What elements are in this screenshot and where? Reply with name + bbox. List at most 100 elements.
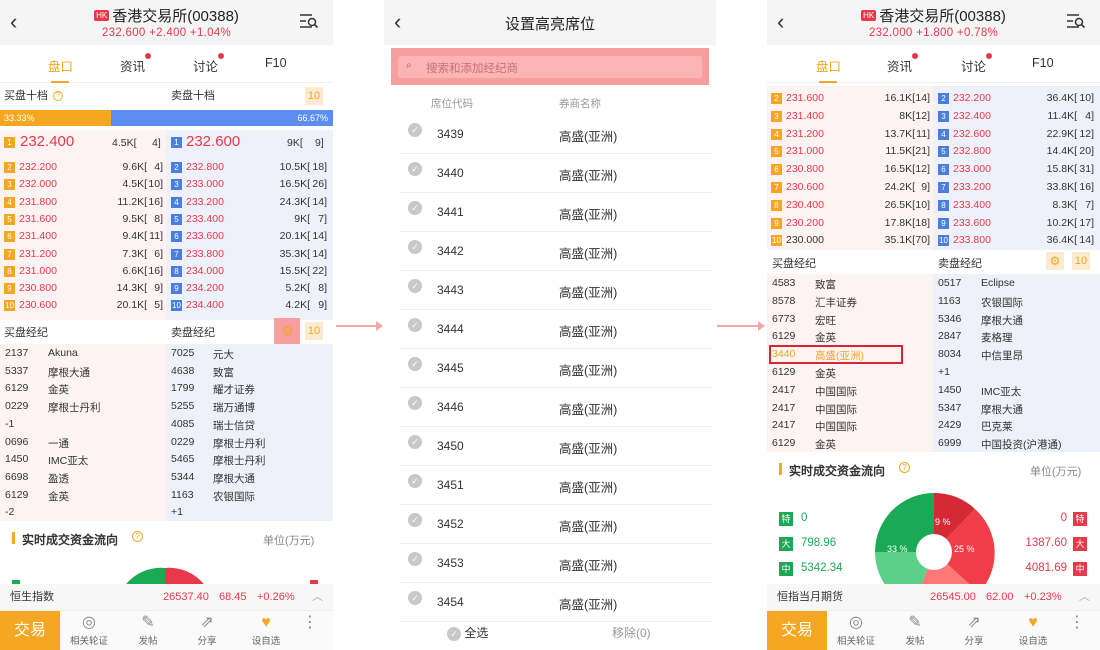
ask-broker-name[interactable]: 农银国际 [981,295,1023,310]
ask-broker-code[interactable]: 5344 [171,471,194,483]
tab-f10[interactable]: F10 [265,56,287,70]
bid-broker-code[interactable]: 6698 [5,471,28,483]
chevron-up-icon[interactable]: ︿ [1079,584,1090,610]
bid-broker-name[interactable]: 摩根大通 [48,365,90,380]
ask-broker-code[interactable]: 1163 [938,295,961,307]
bid-broker-name[interactable]: 中国国际 [815,384,857,399]
broker-list-item[interactable]: ✓ 3454 高盛(亚洲) [400,584,712,622]
ask-broker-code[interactable]: 5255 [171,400,194,412]
ask-broker-name[interactable]: 麦格理 [981,330,1013,345]
bid-broker-code[interactable]: 6129 [772,330,795,342]
ask-broker-name[interactable]: 中信里昂 [981,348,1023,363]
help-icon[interactable]: ? [53,91,63,101]
bid-broker-name[interactable]: 中国国际 [815,419,857,434]
bid-broker-code[interactable]: 2417 [772,402,795,414]
broker-list-item[interactable]: ✓ 3445 高盛(亚洲) [400,350,712,388]
check-icon[interactable]: ✓ [408,396,422,410]
bid-broker-code[interactable]: 6129 [772,437,795,449]
ask-broker-code[interactable]: 0229 [171,436,194,448]
ask-broker-code[interactable]: 2429 [938,419,961,431]
ask-broker-name[interactable]: 摩根士丹利 [213,453,266,468]
warrants-button[interactable]: ◎ 相关轮证 [64,613,114,647]
levels-button[interactable]: 10 [305,87,323,105]
ask-broker-name[interactable]: Eclipse [981,277,1015,289]
check-icon[interactable]: ✓ [408,435,422,449]
bid-broker-name[interactable]: 盈透 [48,471,69,486]
ask-broker-code[interactable]: 5346 [938,313,961,325]
broker-list-item[interactable]: ✓ 3452 高盛(亚洲) [400,506,712,544]
ask-broker-code[interactable]: 1450 [938,384,961,396]
check-icon[interactable]: ✓ [408,591,422,605]
bid-broker-name[interactable]: 致富 [815,277,836,292]
bid-broker-code[interactable]: 6129 [5,489,28,501]
post-button[interactable]: ✎ 发帖 [890,613,940,647]
ask-broker-name[interactable]: 元大 [213,347,234,362]
bid-broker-name[interactable]: 金英 [815,437,836,452]
ask-broker-code[interactable]: 1163 [171,489,194,501]
share-button[interactable]: ⇗ 分享 [949,613,999,647]
bid-broker-name[interactable]: 金英 [815,366,836,381]
warrants-button[interactable]: ◎ 相关轮证 [831,613,881,647]
broker-list-item[interactable]: ✓ 3440 高盛(亚洲) [400,155,712,193]
check-icon[interactable]: ✓ [408,357,422,371]
watchlist-button[interactable]: ♥ 设自选 [1008,613,1058,647]
share-button[interactable]: ⇗ 分享 [182,613,232,647]
ask-broker-name[interactable]: 农银国际 [213,489,255,504]
bid-broker-code[interactable]: 6129 [5,382,28,394]
ask-broker-name[interactable]: 瑞万通博 [213,400,255,415]
broker-list-item[interactable]: ✓ 3439 高盛(亚洲) [400,116,712,154]
tab-pankou[interactable]: 盘口 [816,56,841,75]
ask-broker-name[interactable]: 中国投资(沪港通) [981,437,1062,452]
broker-list-item[interactable]: ✓ 3451 高盛(亚洲) [400,467,712,505]
help-icon[interactable]: ? [132,531,143,542]
gear-icon[interactable]: ⚙ [281,323,294,340]
bid-broker-name[interactable]: Akuna [48,347,78,359]
broker-list-item[interactable]: ✓ 3450 高盛(亚洲) [400,428,712,466]
check-icon[interactable]: ✓ [408,162,422,176]
trade-button[interactable]: 交易 [0,611,60,650]
tab-f10[interactable]: F10 [1032,56,1054,70]
broker-list-item[interactable]: ✓ 3446 高盛(亚洲) [400,389,712,427]
check-icon[interactable]: ✓ [408,474,422,488]
tab-news[interactable]: 资讯 [887,53,919,75]
bid-broker-name[interactable]: 金英 [48,489,69,504]
tab-pankou[interactable]: 盘口 [48,56,73,75]
broker-list-item[interactable]: ✓ 3443 高盛(亚洲) [400,272,712,310]
ask-broker-code[interactable]: 7025 [171,347,194,359]
ask-broker-name[interactable]: 瑞士信贷 [213,418,255,433]
bid-broker-code[interactable]: 6129 [772,366,795,378]
bid-broker-code[interactable]: 2137 [5,347,28,359]
ask-broker-name[interactable]: 耀才证券 [213,382,255,397]
bid-broker-code[interactable]: 0229 [5,400,28,412]
bid-broker-code[interactable]: 2417 [772,384,795,396]
search-input[interactable]: ⌕ 搜索和添加经纪商 [398,56,702,78]
ask-broker-code[interactable]: 5465 [171,453,194,465]
check-icon[interactable]: ✓ [408,279,422,293]
bid-broker-code[interactable]: 8578 [772,295,795,307]
bid-broker-name[interactable]: 金英 [48,382,69,397]
bid-broker-name[interactable]: 汇丰证券 [815,295,857,310]
bid-broker-code[interactable]: 1450 [5,453,28,465]
ask-broker-code[interactable]: 2847 [938,330,961,342]
ask-broker-code[interactable]: 0517 [938,277,961,289]
watchlist-button[interactable]: ♥ 设自选 [241,613,291,647]
gear-icon[interactable]: ⚙ [1046,252,1064,270]
broker-list-item[interactable]: ✓ 3442 高盛(亚洲) [400,233,712,271]
bid-broker-name[interactable]: 金英 [815,330,836,345]
check-icon[interactable]: ✓ [408,240,422,254]
ask-broker-code[interactable]: 5347 [938,402,961,414]
bid-broker-name[interactable]: 中国国际 [815,402,857,417]
remove-button[interactable]: 移除(0) [612,624,651,641]
chevron-up-icon[interactable]: ︿ [312,584,323,610]
index-ticker[interactable]: 恒生指数 26537.40 68.45 +0.26% ︿ [0,584,333,610]
select-all-button[interactable]: ✓ 全选 [447,624,488,641]
trade-button[interactable]: 交易 [767,611,827,650]
ask-broker-code[interactable]: +1 [938,366,950,378]
ask-broker-name[interactable]: IMC亚太 [981,384,1021,399]
broker-levels-button[interactable]: 10 [1072,252,1090,270]
broker-levels-button[interactable]: 10 [305,322,323,340]
check-icon[interactable]: ✓ [408,552,422,566]
ask-broker-name[interactable]: 摩根大通 [213,471,255,486]
tab-news[interactable]: 资讯 [120,53,152,75]
check-icon[interactable]: ✓ [408,513,422,527]
